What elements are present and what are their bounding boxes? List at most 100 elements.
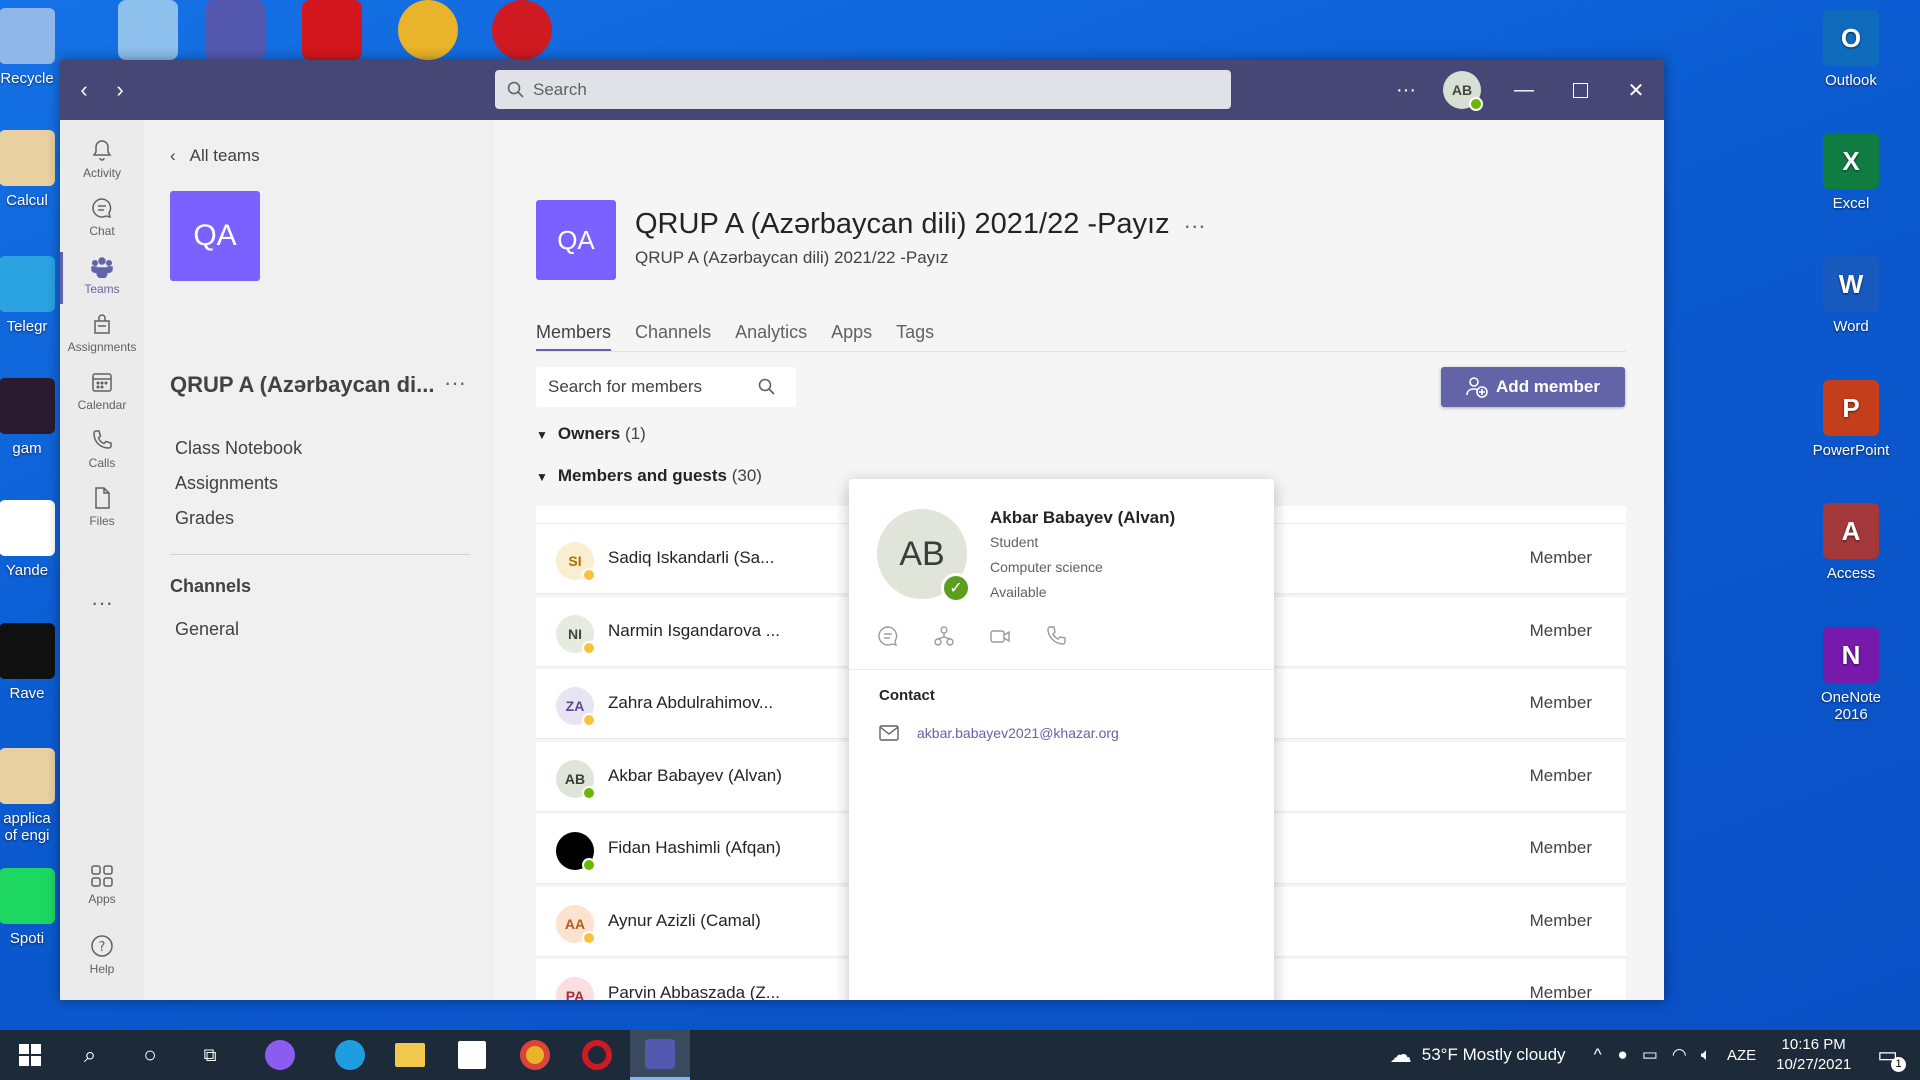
add-member-button[interactable]: Add member <box>1441 367 1625 407</box>
rail-item-help[interactable]: ? Help <box>60 928 144 990</box>
avatar[interactable] <box>556 832 596 872</box>
grades-link[interactable]: Grades <box>175 508 234 529</box>
volume-icon[interactable]: 🔈︎ <box>1701 1045 1711 1065</box>
teams-desktop-icon[interactable] <box>205 0 265 60</box>
member-name[interactable]: Fidan Hashimli (Afqan) <box>608 838 781 858</box>
notifications-button[interactable]: ▭ 1 <box>1877 1042 1906 1072</box>
chevron-up-icon[interactable]: ^ <box>1594 1045 1602 1065</box>
access-desktop-shortcut[interactable]: A Access <box>1806 503 1896 582</box>
member-name[interactable]: Sadiq Iskandarli (Sa... <box>608 548 774 568</box>
member-name[interactable]: Aynur Azizli (Camal) <box>608 911 761 931</box>
tab-analytics[interactable]: Analytics <box>735 322 807 352</box>
search-input[interactable] <box>533 79 1193 100</box>
member-name[interactable]: Narmin Isgandarova ... <box>608 621 780 641</box>
onenote-desktop-shortcut[interactable]: N OneNote 2016 <box>1806 627 1896 723</box>
presence-available-icon: ✓ <box>941 573 971 603</box>
avatar[interactable]: SI <box>556 542 596 582</box>
title-more-options-button[interactable]: ··· <box>1184 213 1206 238</box>
member-role[interactable]: Member <box>1530 548 1592 568</box>
powerpoint-desktop-shortcut[interactable]: P PowerPoint <box>1806 380 1896 459</box>
members-section-toggle[interactable]: ▼ Members and guests (30) <box>536 466 762 486</box>
class-notebook-link[interactable]: Class Notebook <box>175 438 302 459</box>
assistant-app-icon[interactable] <box>250 1030 310 1080</box>
opera-icon[interactable] <box>492 0 552 60</box>
word-desktop-shortcut[interactable]: W Word <box>1806 256 1896 335</box>
back-arrow-icon[interactable]: ‹ <box>66 77 102 103</box>
chrome-icon[interactable] <box>505 1030 565 1080</box>
search-box[interactable] <box>495 70 1231 109</box>
video-call-icon[interactable] <box>989 625 1011 647</box>
more-options-button[interactable]: ··· <box>1378 60 1434 120</box>
tab-apps[interactable]: Apps <box>831 322 872 352</box>
task-view-icon[interactable]: ⧉ <box>180 1030 240 1080</box>
member-role[interactable]: Member <box>1530 838 1592 858</box>
org-chart-icon[interactable] <box>933 625 955 647</box>
excel-icon: X <box>1823 133 1879 189</box>
recycle-bin-icon <box>0 8 55 64</box>
monitor-icon[interactable] <box>118 0 178 60</box>
rail-item-apps[interactable]: Apps <box>60 858 144 920</box>
chrome-icon[interactable] <box>398 0 458 60</box>
acrobat-icon[interactable] <box>302 0 362 60</box>
battery-icon[interactable]: ▭ <box>1642 1045 1658 1065</box>
email-link[interactable]: akbar.babayev2021@khazar.org <box>879 725 1119 741</box>
svg-text:?: ? <box>99 940 106 955</box>
rail-item-chat[interactable]: Chat <box>60 190 144 252</box>
rail-item-assignments[interactable]: Assignments <box>60 306 144 368</box>
rail-item-calendar[interactable]: Calendar <box>60 364 144 426</box>
assignments-link[interactable]: Assignments <box>175 473 278 494</box>
forward-arrow-icon[interactable]: › <box>102 77 138 103</box>
phone-icon[interactable] <box>1045 625 1067 647</box>
word-icon: W <box>1823 256 1879 312</box>
minimize-button[interactable]: — <box>1496 60 1552 120</box>
all-teams-link[interactable]: ‹ All teams <box>170 146 260 166</box>
windows-start-icon[interactable] <box>0 1030 60 1080</box>
tab-channels[interactable]: Channels <box>635 322 711 352</box>
avatar[interactable]: PA <box>556 977 594 1000</box>
team-more-options-button[interactable]: ··· <box>444 370 466 396</box>
profile-button[interactable]: AB <box>1434 60 1490 120</box>
member-role[interactable]: Member <box>1530 766 1592 786</box>
member-name[interactable]: Parvin Abbaszada (Z... <box>608 983 780 1000</box>
excel-desktop-shortcut[interactable]: X Excel <box>1806 133 1896 212</box>
weather-text[interactable]: 53°F Mostly cloudy <box>1422 1045 1566 1065</box>
avatar[interactable]: ZA <box>556 687 596 727</box>
language-indicator[interactable]: AZE <box>1727 1047 1756 1064</box>
member-search-box[interactable] <box>536 367 796 407</box>
rave-icon <box>0 623 55 679</box>
rail-item-files[interactable]: Files <box>60 480 144 542</box>
search-icon[interactable]: ⌕ <box>60 1030 120 1080</box>
chat-icon[interactable] <box>877 625 899 647</box>
avatar[interactable]: AA <box>556 904 596 945</box>
avatar[interactable]: AB <box>556 759 596 800</box>
member-role[interactable]: Member <box>1530 983 1592 1000</box>
cortana-icon[interactable]: ○ <box>120 1030 180 1080</box>
file-explorer-icon[interactable] <box>380 1030 440 1080</box>
profile-job-title: Student <box>990 534 1039 550</box>
member-search-input[interactable] <box>548 377 758 397</box>
member-role[interactable]: Member <box>1530 621 1592 641</box>
rail-item-calls[interactable]: Calls <box>60 422 144 484</box>
opera-icon[interactable] <box>567 1030 627 1080</box>
avatar[interactable]: NI <box>556 614 596 655</box>
member-role[interactable]: Member <box>1530 693 1592 713</box>
tab-tags[interactable]: Tags <box>896 322 934 352</box>
owners-section-toggle[interactable]: ▼ Owners (1) <box>536 424 646 444</box>
wifi-icon[interactable]: ◠ <box>1672 1045 1687 1065</box>
member-role[interactable]: Member <box>1530 911 1592 931</box>
rail-item-teams[interactable]: Teams <box>60 248 144 310</box>
edge-icon[interactable] <box>320 1030 380 1080</box>
close-button[interactable]: ✕ <box>1608 60 1664 120</box>
clock[interactable]: 10:16 PM 10/27/2021 <box>1776 1035 1851 1075</box>
more-apps-button[interactable]: ··· <box>60 590 144 652</box>
member-name[interactable]: Zahra Abdulrahimov... <box>608 693 773 713</box>
maximize-button[interactable] <box>1552 60 1608 120</box>
channel-general[interactable]: General <box>175 619 239 640</box>
microphone-icon[interactable]: ● <box>1618 1045 1628 1065</box>
teams-taskbar-icon[interactable] <box>630 1030 690 1080</box>
outlook-desktop-shortcut[interactable]: O Outlook <box>1806 10 1896 89</box>
member-name[interactable]: Akbar Babayev (Alvan) <box>608 766 782 786</box>
rail-item-activity[interactable]: Activity <box>60 132 144 194</box>
tab-members[interactable]: Members <box>536 322 612 352</box>
store-icon[interactable] <box>442 1030 502 1080</box>
